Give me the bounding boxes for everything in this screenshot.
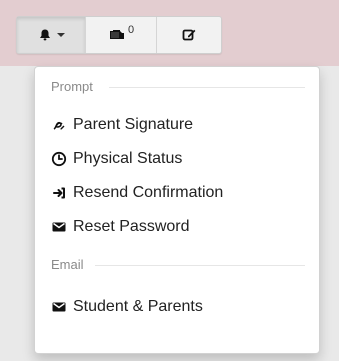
menu-item-label: Physical Status bbox=[73, 150, 183, 167]
header-toolbar: 0 bbox=[16, 16, 222, 54]
envelope-icon bbox=[51, 299, 67, 315]
compose-button[interactable] bbox=[157, 17, 221, 53]
envelope-icon bbox=[51, 219, 67, 235]
messages-button[interactable]: 0 bbox=[86, 17, 157, 53]
messages-count-badge: 0 bbox=[127, 24, 135, 36]
notifications-dropdown-menu: Prompt Parent Signature Physical Status bbox=[34, 66, 320, 354]
notifications-dropdown-button[interactable] bbox=[17, 17, 86, 53]
chevron-down-icon bbox=[56, 33, 65, 37]
menu-item-label: Resend Confirmation bbox=[73, 184, 224, 201]
signature-icon bbox=[51, 117, 67, 133]
menu-item-label: Reset Password bbox=[73, 218, 190, 235]
menu-item-physical-status[interactable]: Physical Status bbox=[51, 145, 182, 173]
section-divider bbox=[109, 87, 305, 88]
menu-item-parent-signature[interactable]: Parent Signature bbox=[51, 111, 193, 139]
bell-icon bbox=[38, 28, 52, 42]
resend-icon bbox=[51, 185, 67, 201]
edit-icon bbox=[182, 28, 196, 42]
section-header-prompt: Prompt bbox=[51, 79, 93, 94]
menu-item-label: Parent Signature bbox=[73, 116, 194, 133]
menu-item-reset-password[interactable]: Reset Password bbox=[51, 213, 190, 241]
message-icon bbox=[108, 28, 126, 42]
menu-item-resend-confirmation[interactable]: Resend Confirmation bbox=[51, 179, 223, 207]
menu-item-student-parents[interactable]: Student & Parents bbox=[51, 293, 203, 321]
menu-item-label: Student & Parents bbox=[73, 298, 203, 315]
section-header-email: Email bbox=[51, 257, 84, 272]
clock-icon bbox=[51, 151, 67, 167]
section-divider bbox=[95, 265, 305, 266]
